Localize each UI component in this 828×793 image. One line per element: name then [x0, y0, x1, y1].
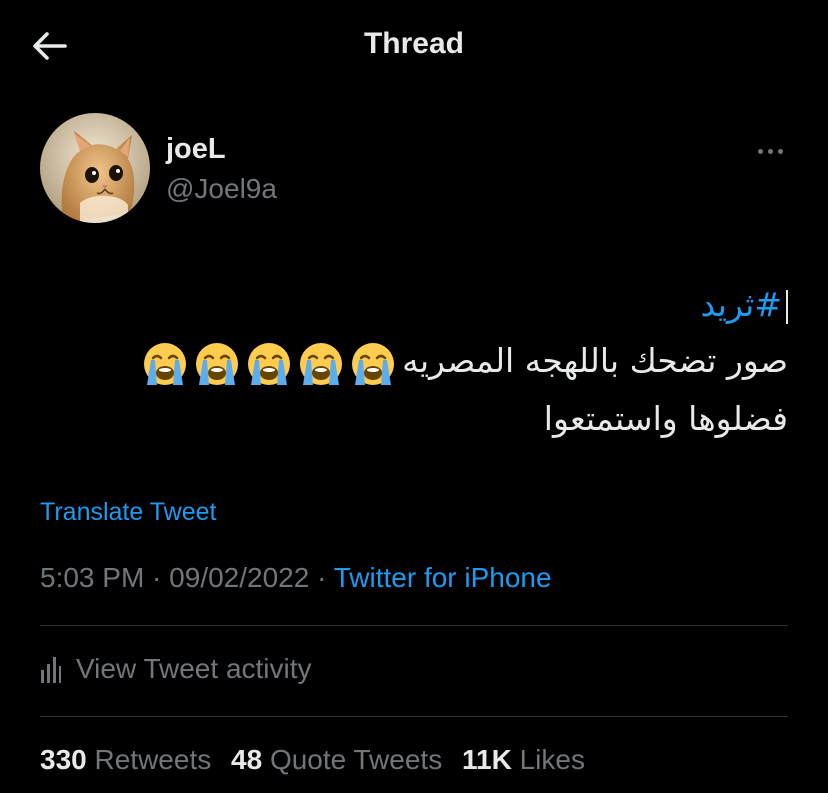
text-cursor	[786, 289, 788, 324]
page-title: Thread	[363, 27, 465, 60]
emoji-row	[142, 335, 402, 391]
loudly-crying-face-icon	[352, 343, 395, 385]
retweets-label: Retweets	[94, 744, 212, 775]
hashtag-link[interactable]: #ثريد	[700, 285, 782, 324]
tweet-date[interactable]: 09/02/2022	[169, 562, 309, 593]
tweet-text: #ثريد صور تضحك باللهجه المصريه فضلوها وا…	[38, 277, 788, 447]
tweet-stats: 330 Retweets 48 Quote Tweets 11K Likes	[40, 744, 597, 776]
translate-tweet-link[interactable]: Translate Tweet	[40, 498, 216, 527]
tweet-line-2-text: صور تضحك باللهجه المصريه	[402, 341, 788, 380]
divider	[40, 625, 788, 626]
meta-separator: ·	[144, 562, 170, 593]
loudly-crying-face-icon	[196, 343, 239, 385]
view-tweet-activity-button[interactable]: View Tweet activity	[40, 646, 312, 692]
more-options-button[interactable]	[748, 136, 792, 166]
loudly-crying-face-icon	[300, 343, 343, 385]
tweet-line-3: فضلوها واستمتعوا	[543, 398, 788, 438]
tweet-time[interactable]: 5:03 PM	[40, 562, 144, 593]
quote-tweets-count: 48	[231, 744, 263, 775]
meta-separator: ·	[309, 562, 334, 593]
top-bar: Thread	[0, 0, 828, 92]
more-dot-icon	[767, 148, 773, 154]
more-dot-icon	[757, 148, 763, 154]
likes-label: Likes	[519, 744, 585, 775]
tweet-meta: 5:03 PM · 09/02/2022 · Twitter for iPhon…	[40, 562, 552, 594]
author-name[interactable]: joeL	[166, 133, 226, 166]
cat-avatar-icon	[40, 113, 150, 223]
author-handle[interactable]: @Joel9a	[166, 173, 277, 205]
quote-tweets-label: Quote Tweets	[269, 744, 443, 775]
retweets-count: 330	[40, 744, 87, 775]
loudly-crying-face-icon	[144, 343, 187, 385]
more-dot-icon	[777, 148, 783, 154]
avatar[interactable]	[40, 113, 150, 223]
view-tweet-activity-label: View Tweet activity	[76, 653, 312, 684]
tweet-source-link[interactable]: Twitter for iPhone	[334, 562, 552, 593]
retweets-stat[interactable]: 330 Retweets	[40, 744, 211, 775]
likes-count: 11K	[461, 744, 512, 775]
bar-chart-icon	[41, 657, 61, 683]
tweet-line-1: #ثريد	[38, 277, 788, 333]
quote-tweets-stat[interactable]: 48 Quote Tweets	[231, 744, 442, 775]
likes-stat[interactable]: 11K Likes	[462, 744, 585, 775]
tweet-line-2: صور تضحك باللهجه المصريه	[38, 333, 788, 391]
divider	[40, 716, 788, 717]
loudly-crying-face-icon	[248, 343, 291, 385]
